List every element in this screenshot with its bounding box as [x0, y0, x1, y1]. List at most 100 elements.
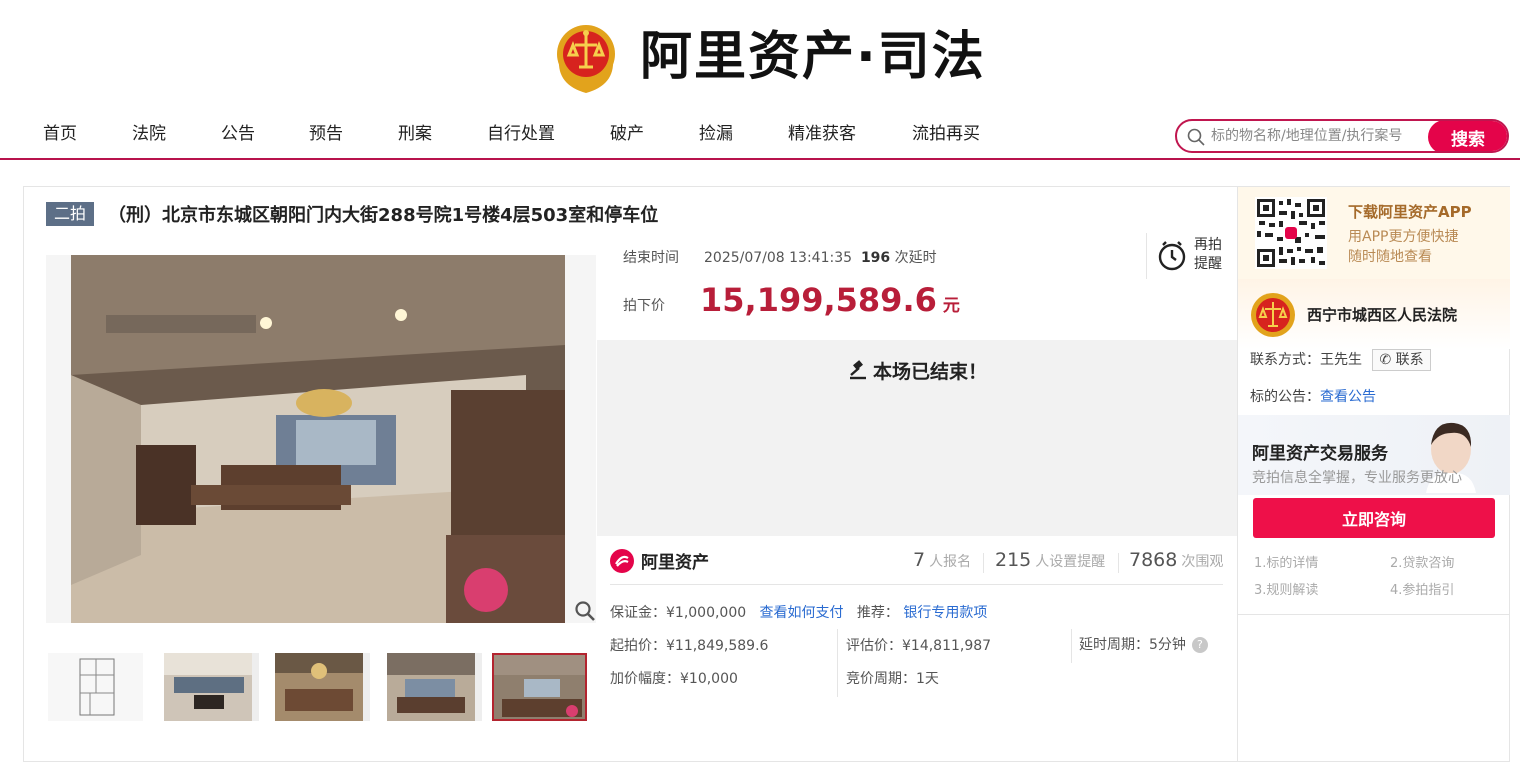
- nav-item-criminal[interactable]: 刑案: [398, 122, 432, 146]
- app-download-title[interactable]: 下载阿里资产APP: [1348, 201, 1472, 222]
- auction-main-area: 二拍 （刑）北京市东城区朝阳门内大街288号院1号楼4层503室和停车位 结束时…: [24, 187, 1237, 761]
- delay-count-label: 次延时: [894, 250, 937, 266]
- thumbnail-photo-3[interactable]: [275, 653, 370, 721]
- nav-item-precise-leads[interactable]: 精准获客: [788, 122, 856, 146]
- delay-count: 196: [860, 250, 891, 266]
- contact-person: 王先生: [1320, 352, 1362, 368]
- view-count-label: 次围观: [1181, 554, 1224, 570]
- help-link-rules[interactable]: 3.规则解读: [1254, 579, 1318, 598]
- service-title: 阿里资产交易服务: [1252, 444, 1388, 464]
- nav-item-home[interactable]: 首页: [43, 122, 77, 146]
- app-download-desc: 用APP更方便快捷 随时随地查看: [1348, 227, 1458, 267]
- reminder-count: 215 人设置提醒: [995, 549, 1105, 571]
- stat-divider: [1118, 553, 1119, 573]
- court-info-box: 西宁市城西区人民法院: [1238, 279, 1510, 349]
- search-button[interactable]: 搜索: [1428, 121, 1507, 151]
- nav-item-announcement[interactable]: 公告: [221, 122, 255, 146]
- deposit-line: 保证金：¥1,000,000 查看如何支付 推荐： 银行专用款项: [610, 602, 987, 622]
- final-price-label: 拍下价: [623, 298, 665, 314]
- help-question-icon[interactable]: ?: [1191, 637, 1208, 653]
- search-box: 搜索: [1175, 119, 1509, 153]
- nav-item-preview[interactable]: 预告: [309, 122, 343, 146]
- floorplan-thumbnail-image: [48, 653, 143, 721]
- nav-item-court[interactable]: 法院: [132, 122, 166, 146]
- increment-value: ¥10,000: [680, 671, 738, 687]
- rebid-reminder-label: 再拍提醒: [1194, 237, 1222, 272]
- start-price-value: ¥11,849,589.6: [666, 638, 769, 654]
- start-price-label: 起拍价：: [610, 638, 666, 654]
- end-time-value: 2025/07/08 13:41:35 196 次延时: [704, 247, 937, 267]
- right-sidebar: 下载阿里资产APP 用APP更方便快捷 随时随地查看 西宁市城西区人民法院 联系…: [1237, 187, 1510, 761]
- room-thumbnail-image: [387, 653, 475, 721]
- deposit-value: ¥1,000,000: [666, 605, 747, 621]
- app-qr-code[interactable]: [1255, 197, 1327, 269]
- zoom-icon[interactable]: [574, 600, 596, 622]
- court-emblem-logo[interactable]: [553, 19, 619, 95]
- alarm-clock-icon: [1158, 241, 1186, 271]
- increment-line: 加价幅度：¥10,000: [610, 668, 738, 688]
- search-input[interactable]: [1211, 124, 1433, 148]
- delay-period-value: 5分钟: [1149, 637, 1186, 653]
- nav-item-bargain[interactable]: 捡漏: [699, 122, 733, 146]
- app-desc-line-1: 用APP更方便快捷: [1348, 229, 1459, 245]
- price-unit: 元: [942, 296, 960, 316]
- service-subtitle: 竞拍信息全掌握，专业服务更放心: [1252, 470, 1462, 486]
- consult-now-button[interactable]: 立即咨询: [1253, 498, 1495, 538]
- signup-count-value: 7: [913, 549, 926, 571]
- bank-account-link[interactable]: 银行专用款项: [903, 605, 987, 621]
- app-download-box: 下载阿里资产APP 用APP更方便快捷 随时随地查看: [1238, 187, 1510, 279]
- site-brand-title: 阿里资产·司法: [640, 27, 986, 87]
- signup-count-label: 人报名: [929, 554, 972, 570]
- thumbnail-photo-4[interactable]: [387, 653, 482, 721]
- delay-period-line: 延时周期：5分钟?: [1079, 634, 1208, 654]
- platform-name: 阿里资产: [641, 553, 709, 573]
- recommend-label: 推荐：: [856, 605, 899, 621]
- thumbnail-photo-5-selected[interactable]: [492, 653, 587, 721]
- view-notice-link[interactable]: 查看公告: [1320, 389, 1376, 405]
- bid-cycle-label: 竞价周期：: [846, 671, 916, 687]
- gavel-icon: [849, 360, 866, 380]
- detail-divider: [837, 629, 838, 663]
- trade-service-box: 阿里资产交易服务 竞拍信息全掌握，专业服务更放心 立即咨询 1.标的详情 2.贷…: [1238, 415, 1510, 615]
- help-link-item-details[interactable]: 1.标的详情: [1254, 552, 1318, 571]
- detail-divider: [1071, 629, 1072, 663]
- title-row: 二拍 （刑）北京市东城区朝阳门内大街288号院1号楼4层503室和停车位: [46, 201, 658, 227]
- deposit-label: 保证金：: [610, 605, 666, 621]
- thumbnail-floorplan[interactable]: [48, 653, 143, 721]
- how-to-pay-link[interactable]: 查看如何支付: [760, 605, 844, 621]
- main-nav: 首页 法院 公告 预告 刑案 自行处置 破产 捡漏 精准获客 流拍再买 搜索: [0, 112, 1520, 160]
- nav-item-bankruptcy[interactable]: 破产: [610, 122, 644, 146]
- end-time-text: 2025/07/08 13:41:35: [704, 250, 853, 266]
- reminder-count-label: 人设置提醒: [1035, 554, 1106, 570]
- rebid-reminder-button[interactable]: 再拍提醒: [1146, 233, 1226, 279]
- detail-divider: [837, 663, 838, 697]
- bid-cycle-value: 1天: [916, 671, 939, 687]
- reminder-count-value: 215: [995, 549, 1032, 571]
- help-link-loan-consult[interactable]: 2.贷款咨询: [1390, 552, 1454, 571]
- end-time-label: 结束时间: [623, 250, 679, 266]
- contact-row: 联系方式：王先生 ✆ 联系: [1250, 349, 1431, 371]
- delay-period-label: 延时周期：: [1079, 637, 1149, 653]
- site-header: 阿里资产·司法: [0, 0, 1520, 112]
- app-desc-line-2: 随时随地查看: [1348, 249, 1432, 265]
- court-emblem-icon: [1251, 293, 1295, 337]
- main-property-photo[interactable]: [46, 255, 596, 623]
- thumbnail-photo-2[interactable]: [164, 653, 259, 721]
- view-count-value: 7868: [1129, 549, 1178, 571]
- assessed-price-value: ¥14,811,987: [902, 638, 992, 654]
- assessed-price-line: 评估价：¥14,811,987: [846, 635, 991, 655]
- increment-label: 加价幅度：: [610, 671, 680, 687]
- auction-ended-text: 本场已结束！: [872, 361, 987, 383]
- search-icon: [1187, 128, 1205, 146]
- contact-button[interactable]: ✆ 联系: [1372, 349, 1431, 371]
- room-thumbnail-image: [275, 653, 363, 721]
- final-price: 15,199,589.6 元: [700, 281, 960, 319]
- help-link-bid-guide[interactable]: 4.参拍指引: [1390, 579, 1454, 598]
- auction-detail-card: 二拍 （刑）北京市东城区朝阳门内大街288号院1号楼4层503室和停车位 结束时…: [23, 186, 1510, 762]
- nav-item-rebuy[interactable]: 流拍再买: [912, 122, 980, 146]
- auction-ended-panel: 本场已结束！: [597, 340, 1237, 536]
- notice-row: 标的公告：查看公告: [1250, 386, 1376, 406]
- page-title: （刑）北京市东城区朝阳门内大街288号院1号楼4层503室和停车位: [108, 205, 659, 226]
- court-name[interactable]: 西宁市城西区人民法院: [1307, 304, 1457, 325]
- nav-item-self-disposal[interactable]: 自行处置: [487, 122, 555, 146]
